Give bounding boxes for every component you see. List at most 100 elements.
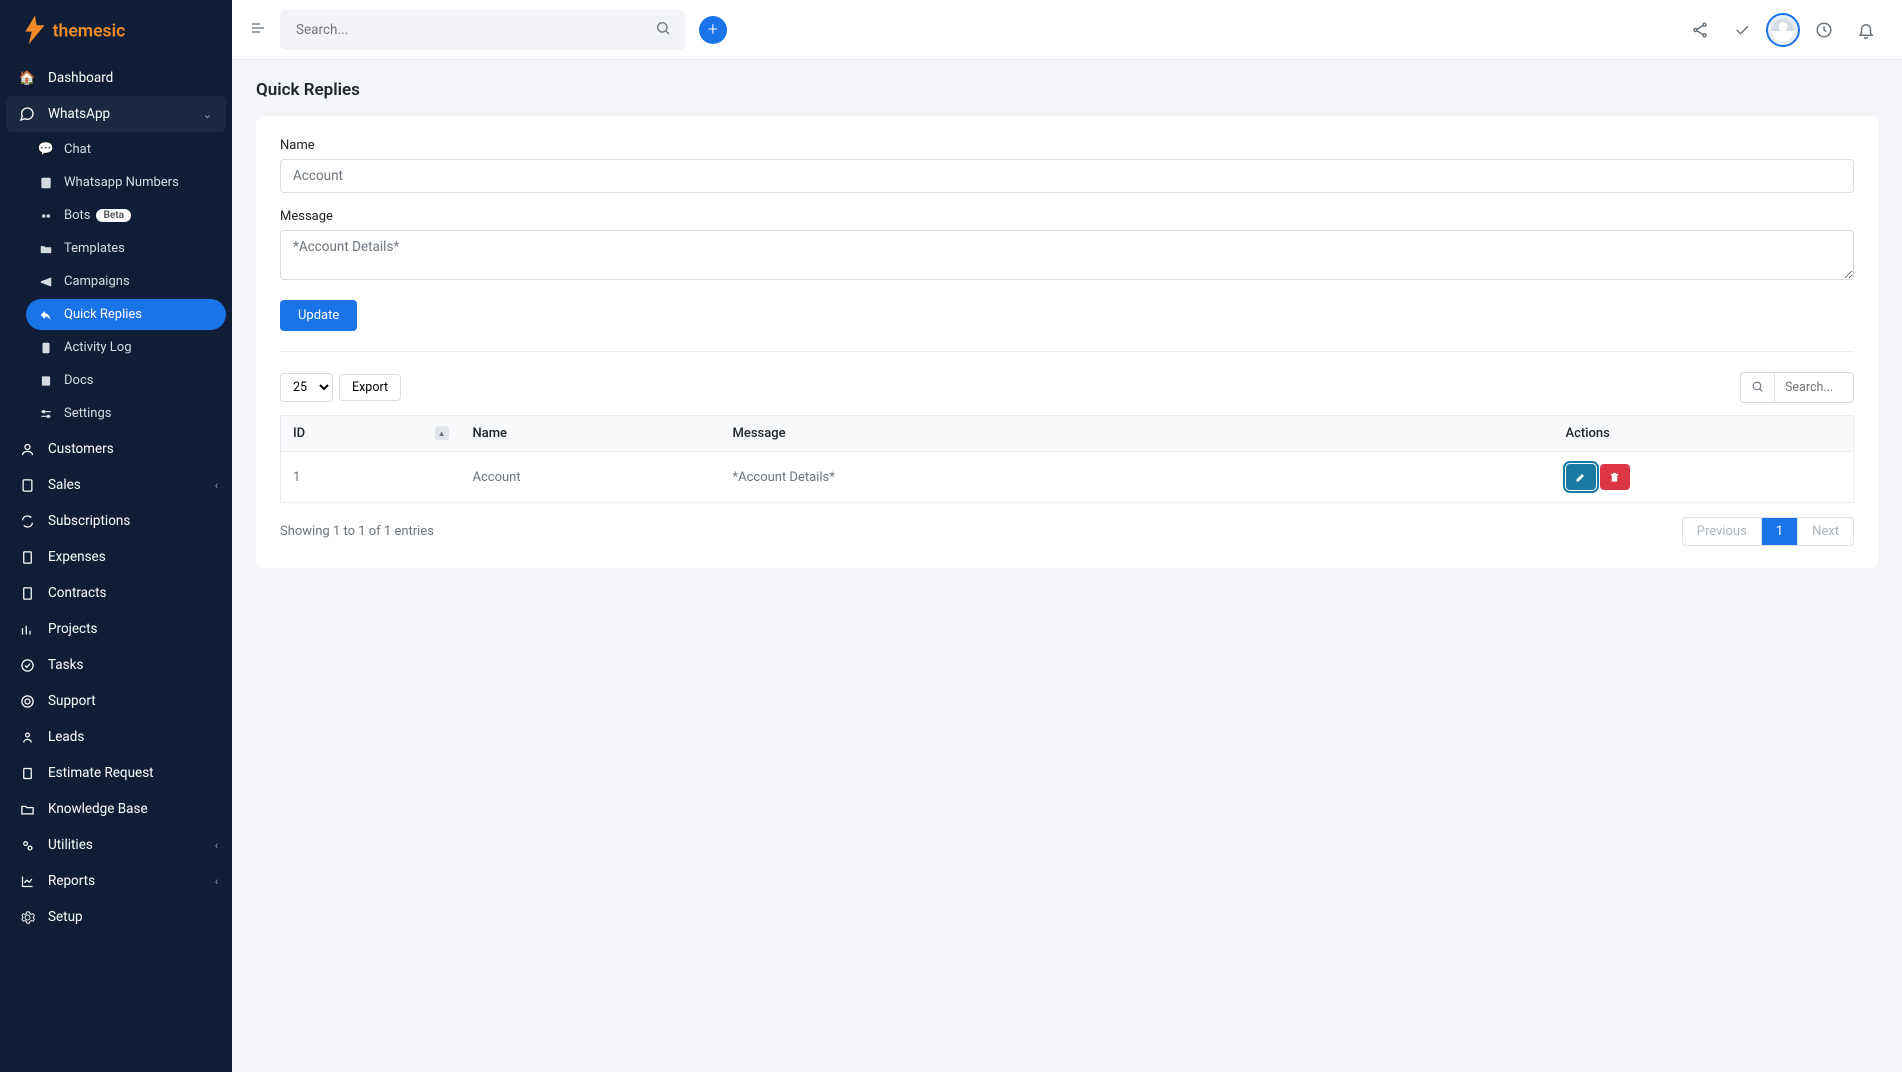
chevron-left-icon: ‹ (215, 479, 218, 492)
nav-customers[interactable]: Customers (0, 431, 232, 467)
add-button[interactable]: + (699, 16, 727, 44)
nav-tasks-label: Tasks (48, 657, 83, 673)
nav-activity-log[interactable]: Activity Log (26, 332, 226, 363)
content-card: Name Message *Account Details* Update 25… (256, 116, 1878, 568)
table-footer: Showing 1 to 1 of 1 entries Previous 1 N… (280, 517, 1854, 546)
megaphone-icon (38, 275, 54, 289)
refresh-icon (18, 514, 36, 529)
divider (280, 351, 1854, 352)
nav-sales-label: Sales (48, 477, 81, 493)
gears-icon (18, 838, 36, 853)
nav-estimate-request[interactable]: Estimate Request (0, 755, 232, 791)
nav-campaigns[interactable]: Campaigns (26, 266, 226, 297)
nav-numbers[interactable]: Whatsapp Numbers (26, 167, 226, 198)
cell-actions (1554, 452, 1854, 503)
svg-text:themesic: themesic (53, 21, 126, 41)
nav-settings[interactable]: Settings (26, 398, 226, 429)
sidebar: themesic 🏠 Dashboard WhatsApp ⌄ 💬 Chat W… (0, 0, 232, 1072)
nav-setup-label: Setup (48, 909, 83, 925)
nav-leads[interactable]: Leads (0, 719, 232, 755)
topbar: + (232, 0, 1902, 60)
pager-prev[interactable]: Previous (1683, 518, 1762, 545)
nav-projects[interactable]: Projects (0, 611, 232, 647)
nav-whatsapp-label: WhatsApp (48, 106, 110, 122)
nav-chat[interactable]: 💬 Chat (26, 134, 226, 165)
brand-logo[interactable]: themesic (0, 0, 232, 60)
nav-dashboard[interactable]: 🏠 Dashboard (0, 60, 232, 96)
nav-customers-label: Customers (48, 441, 114, 457)
nav-setup[interactable]: Setup (0, 899, 232, 935)
check-icon[interactable] (1724, 12, 1760, 48)
nav-bots[interactable]: Bots Beta (26, 200, 226, 231)
chart-icon (18, 622, 36, 637)
col-name[interactable]: Name (461, 416, 721, 452)
nav-docs[interactable]: Docs (26, 365, 226, 396)
nav-knowledge-base[interactable]: Knowledge Base (0, 791, 232, 827)
nav-templates[interactable]: Templates (26, 233, 226, 264)
sort-asc-icon[interactable]: ▲ (435, 426, 449, 440)
bell-icon[interactable] (1848, 12, 1884, 48)
nav-subscriptions[interactable]: Subscriptions (0, 503, 232, 539)
nav-tasks[interactable]: Tasks (0, 647, 232, 683)
folder-open-icon (18, 802, 36, 817)
chevron-left-icon: ‹ (215, 875, 218, 888)
page-title: Quick Replies (256, 80, 1878, 100)
pager: Previous 1 Next (1682, 517, 1854, 546)
whatsapp-icon (18, 106, 36, 122)
nav-utilities[interactable]: Utilities ‹ (0, 827, 232, 863)
nav-sales[interactable]: Sales ‹ (0, 467, 232, 503)
nav-reports[interactable]: Reports ‹ (0, 863, 232, 899)
col-id[interactable]: ID ▲ (281, 416, 461, 452)
name-input[interactable] (280, 159, 1854, 193)
global-search-input[interactable] (280, 10, 685, 50)
nav-quick-replies[interactable]: Quick Replies (26, 299, 226, 330)
global-search (280, 10, 685, 50)
cell-id: 1 (281, 452, 461, 503)
share-icon[interactable] (1682, 12, 1718, 48)
folder-icon (38, 242, 54, 256)
export-button[interactable]: Export (339, 374, 401, 401)
nav-knowledge-base-label: Knowledge Base (48, 801, 148, 817)
nav-activity-log-label: Activity Log (64, 340, 132, 355)
nav-settings-label: Settings (64, 406, 111, 421)
cell-name: Account (461, 452, 721, 503)
col-actions: Actions (1554, 416, 1854, 452)
nav-contracts-label: Contracts (48, 585, 106, 601)
message-label: Message (280, 209, 1854, 224)
edit-button[interactable] (1566, 464, 1596, 490)
check-circle-icon (18, 658, 36, 673)
col-message[interactable]: Message (721, 416, 1554, 452)
table-search-input[interactable] (1774, 372, 1854, 403)
nav-subscriptions-label: Subscriptions (48, 513, 130, 529)
user-avatar[interactable] (1766, 13, 1800, 47)
user-icon (18, 442, 36, 457)
entries-info: Showing 1 to 1 of 1 entries (280, 524, 434, 539)
update-button[interactable]: Update (280, 300, 357, 331)
nav-utilities-label: Utilities (48, 837, 93, 853)
nav-docs-label: Docs (64, 373, 93, 388)
contact-icon (38, 176, 54, 190)
clock-icon[interactable] (1806, 12, 1842, 48)
delete-button[interactable] (1600, 464, 1630, 490)
menu-toggle-icon[interactable] (250, 20, 266, 40)
nav-contracts[interactable]: Contracts (0, 575, 232, 611)
nav-campaigns-label: Campaigns (64, 274, 130, 289)
contract-icon (18, 586, 36, 601)
nav-support[interactable]: Support (0, 683, 232, 719)
reply-icon (38, 308, 54, 322)
col-id-label: ID (293, 426, 305, 441)
pager-next[interactable]: Next (1798, 518, 1853, 545)
pager-page-1[interactable]: 1 (1762, 518, 1798, 545)
main-content: Quick Replies Name Message *Account Deta… (232, 0, 1902, 592)
table-search-icon[interactable] (1740, 372, 1774, 403)
nav-dashboard-label: Dashboard (48, 70, 113, 86)
nav-expenses[interactable]: Expenses (0, 539, 232, 575)
search-icon[interactable] (655, 20, 671, 40)
clipboard-icon (38, 341, 54, 355)
nav-quick-replies-label: Quick Replies (64, 307, 142, 322)
nav-whatsapp[interactable]: WhatsApp ⌄ (6, 96, 226, 132)
col-actions-label: Actions (1566, 426, 1610, 441)
page-size-select[interactable]: 25 (280, 373, 333, 402)
message-input[interactable]: *Account Details* (280, 230, 1854, 280)
sliders-icon (38, 407, 54, 421)
